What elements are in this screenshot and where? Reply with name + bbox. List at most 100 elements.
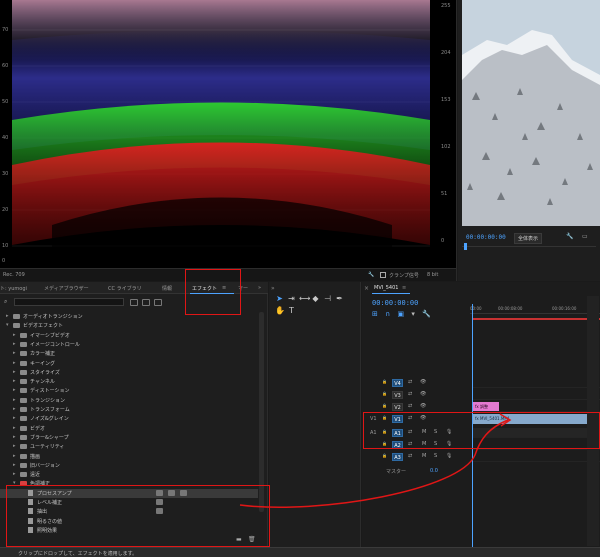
zoom-fit-select[interactable]: 全体表示 xyxy=(514,233,543,244)
track-select-tool-icon[interactable]: ⇥ xyxy=(287,294,296,303)
eye-icon[interactable]: 👁 xyxy=(420,403,426,409)
program-playhead[interactable] xyxy=(464,243,467,250)
microphone-icon[interactable]: 🎙 xyxy=(446,441,452,447)
effect-folder[interactable]: ▸ オーディオトランジション xyxy=(0,312,258,321)
solo-button[interactable]: S xyxy=(434,453,437,459)
slip-tool-icon[interactable]: ⊣ xyxy=(323,294,332,303)
chevron-right-icon[interactable]: ▸ xyxy=(13,443,16,449)
sync-lock-icon[interactable]: ⇄ xyxy=(408,453,412,459)
selection-tool-icon[interactable]: ➤ xyxy=(275,294,284,303)
mute-button[interactable]: M xyxy=(422,453,426,459)
lock-icon[interactable]: 🔒 xyxy=(382,441,387,446)
sequence-menu-icon[interactable]: ≡ xyxy=(402,285,406,291)
effect-folder[interactable]: ▸ 描画 xyxy=(0,452,258,461)
microphone-icon[interactable]: 🎙 xyxy=(446,429,452,435)
track-target-button[interactable]: V2 xyxy=(392,403,403,411)
timeline-ruler[interactable]: 00:00 00:00:08:00 00:00:16:00 xyxy=(470,296,600,320)
settings-wrench-icon[interactable]: 🔧 xyxy=(566,233,573,240)
lock-icon[interactable]: 🔒 xyxy=(382,379,387,384)
effect-folder[interactable]: ▸ イメージコントロール xyxy=(0,340,258,349)
tab-cc-libraries[interactable]: CC ライブラリ xyxy=(108,285,142,292)
effect-folder[interactable]: ▸ キーイング xyxy=(0,359,258,368)
chevron-right-icon[interactable]: ▸ xyxy=(13,434,16,440)
more-tabs-icon[interactable]: » xyxy=(258,285,261,291)
track-lane[interactable] xyxy=(472,452,600,462)
lock-icon[interactable]: 🔒 xyxy=(382,429,387,434)
chevron-right-icon[interactable]: ▸ xyxy=(13,360,16,366)
effect-folder[interactable]: ▸ ビデオ xyxy=(0,424,258,433)
solo-button[interactable]: S xyxy=(434,441,437,447)
track-target-button[interactable]: V3 xyxy=(392,391,403,399)
nest-icon[interactable]: ⊞ xyxy=(372,310,378,318)
razor-tool-icon[interactable]: ◆ xyxy=(311,294,320,303)
chevron-right-icon[interactable]: ▸ xyxy=(6,313,9,319)
track-target-button[interactable]: V4 xyxy=(392,379,403,387)
mute-button[interactable]: M xyxy=(422,429,426,435)
timeline-settings-icon[interactable]: 🔧 xyxy=(422,310,431,318)
lock-icon[interactable]: 🔒 xyxy=(382,453,387,458)
track-lane[interactable] xyxy=(472,428,600,438)
source-patch[interactable]: V1 xyxy=(370,416,377,422)
microphone-icon[interactable]: 🎙 xyxy=(446,453,452,459)
tab-media-browser[interactable]: メディアブラウザー xyxy=(44,285,89,292)
adjustment-layer-clip[interactable]: fx 調整 xyxy=(473,402,499,411)
effect-folder[interactable]: ▸ ブラー&シャープ xyxy=(0,433,258,442)
delete-icon[interactable]: 🗑 xyxy=(248,536,256,543)
track-lane[interactable] xyxy=(472,440,600,450)
eye-icon[interactable]: 👁 xyxy=(420,379,426,385)
export-frame-icon[interactable]: ▭ xyxy=(582,233,588,240)
effects-scrollbar[interactable] xyxy=(259,312,264,512)
chevron-right-icon[interactable]: ▸ xyxy=(13,471,16,477)
track-lane[interactable] xyxy=(472,390,600,400)
sync-lock-icon[interactable]: ⇄ xyxy=(408,415,412,421)
effect-folder[interactable]: ▸ スタイライズ xyxy=(0,368,258,377)
lock-icon[interactable]: 🔒 xyxy=(382,403,387,408)
effect-folder[interactable]: ▾ ビデオエフェクト xyxy=(0,321,258,330)
effect-item[interactable]: 明るさの値 xyxy=(0,517,258,526)
sequence-timecode[interactable]: 00:00:00:00 xyxy=(372,299,418,307)
type-tool-icon[interactable]: T xyxy=(287,306,296,315)
tab-effects[interactable]: エフェクト xyxy=(192,285,217,292)
effect-folder[interactable]: ▸ ノイズ&グレイン xyxy=(0,414,258,423)
chevron-right-icon[interactable]: ▸ xyxy=(13,341,16,347)
effect-folder[interactable]: ▸ ユーティリティ xyxy=(0,442,258,451)
chevron-down-icon[interactable]: ▾ xyxy=(13,480,16,486)
effect-folder[interactable]: ▸ トランスフォーム xyxy=(0,405,258,414)
chevron-right-icon[interactable]: ▸ xyxy=(13,378,16,384)
effect-item[interactable]: レベル補正 xyxy=(0,498,258,507)
effect-item[interactable]: 照明効果 xyxy=(0,526,258,535)
ripple-edit-tool-icon[interactable]: ⟷ xyxy=(299,294,310,303)
video-clip[interactable]: fx MVI_5401.MP4 xyxy=(473,414,598,424)
solo-button[interactable]: S xyxy=(434,429,437,435)
linked-selection-icon[interactable]: ▣ xyxy=(397,310,404,318)
snap-icon[interactable]: ∩ xyxy=(385,310,390,318)
chevron-down-icon[interactable]: ▾ xyxy=(6,322,9,328)
track-target-button[interactable]: V1 xyxy=(392,415,403,423)
tab-project[interactable]: ト: yumogi xyxy=(0,285,27,292)
track-target-button[interactable]: A3 xyxy=(392,453,403,461)
effect-folder[interactable]: ▸ ディストーション xyxy=(0,386,258,395)
chevron-right-icon[interactable]: ▸ xyxy=(13,406,16,412)
effect-folder[interactable]: ▸ 遠近 xyxy=(0,470,258,479)
chevron-right-icon[interactable]: ▸ xyxy=(13,332,16,338)
sync-lock-icon[interactable]: ⇄ xyxy=(408,391,412,397)
effects-search-input[interactable] xyxy=(14,298,124,306)
tab-info[interactable]: 情報 xyxy=(162,285,172,292)
yuv-effects-filter-icon[interactable] xyxy=(154,299,162,306)
sync-lock-icon[interactable]: ⇄ xyxy=(408,429,412,435)
chevron-right-icon[interactable]: ▸ xyxy=(13,350,16,356)
32bit-effects-filter-icon[interactable] xyxy=(142,299,150,306)
lock-icon[interactable]: 🔒 xyxy=(382,391,387,396)
sync-lock-icon[interactable]: ⇄ xyxy=(408,441,412,447)
sync-lock-icon[interactable]: ⇄ xyxy=(408,403,412,409)
pen-tool-icon[interactable]: ✒ xyxy=(335,294,344,303)
program-time-ruler[interactable] xyxy=(462,246,596,256)
lock-icon[interactable]: 🔒 xyxy=(382,415,387,420)
effect-item[interactable]: プロセスアンプ xyxy=(0,488,258,498)
source-patch[interactable]: A1 xyxy=(370,430,377,436)
chevron-right-icon[interactable]: ▸ xyxy=(13,425,16,431)
tab-menu-icon[interactable]: ≡ xyxy=(222,285,226,291)
chevron-right-icon[interactable]: ▸ xyxy=(13,453,16,459)
chevron-right-icon[interactable]: ▸ xyxy=(13,415,16,421)
timeline-playhead[interactable] xyxy=(472,304,473,547)
